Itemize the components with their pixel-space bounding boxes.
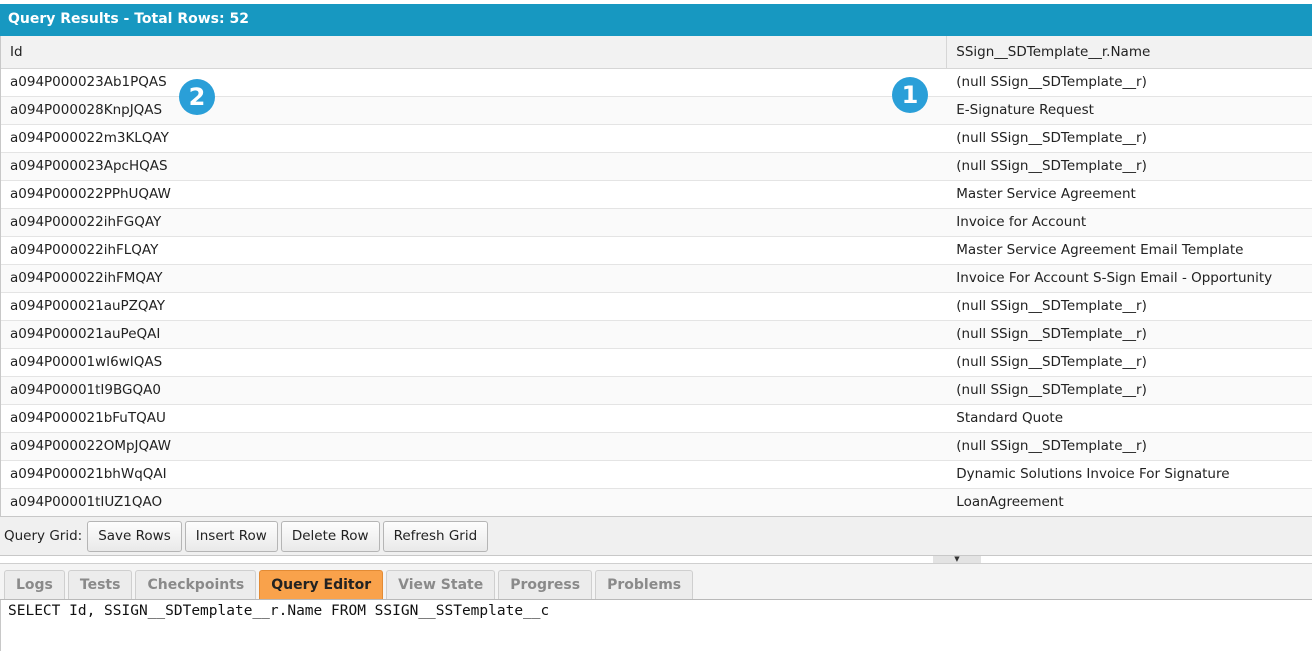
table-row[interactable]: a094P000021bFuTQAU Standard Quote	[1, 405, 1312, 433]
tab-tests[interactable]: Tests	[67, 570, 133, 599]
cell-id[interactable]: a094P00001tI9BGQA0	[1, 377, 947, 404]
tab-progress[interactable]: Progress	[498, 570, 593, 599]
cell-id[interactable]: a094P00001tIUZ1QAO	[1, 489, 947, 516]
table-row[interactable]: a094P00001wI6wIQAS (null SSign__SDTemplat…	[1, 349, 1312, 377]
cell-template-name[interactable]: E-Signature Request	[947, 97, 1312, 124]
grid-body: a094P000023Ab1PQAS (null SSign__SDTemplat…	[1, 69, 1312, 516]
grid-header: Id SSign__SDTemplate__r.Name	[1, 36, 1312, 69]
cell-id[interactable]: a094P000021auPZQAY	[1, 293, 947, 320]
table-row[interactable]: a094P000022ihFGQAY Invoice for Account	[1, 209, 1312, 237]
query-grid-label: Query Grid:	[4, 528, 83, 544]
table-row[interactable]: a094P00001tIUZ1QAO LoanAgreement	[1, 489, 1312, 516]
triangle-down-icon[interactable]: ▼	[933, 556, 981, 563]
cell-template-name[interactable]: Master Service Agreement Email Template	[947, 237, 1312, 264]
cell-template-name[interactable]: (null SSign__SDTemplate__r)	[947, 69, 1312, 96]
tab-query-editor[interactable]: Query Editor	[259, 570, 384, 599]
panel-title: Query Results - Total Rows: 52	[0, 4, 1312, 36]
table-row[interactable]: a094P000022ihFMQAY Invoice For Account S-…	[1, 265, 1312, 293]
cell-id[interactable]: a094P000022ihFLQAY	[1, 237, 947, 264]
column-header-id[interactable]: Id	[1, 36, 948, 68]
panel-splitter[interactable]: ▼	[0, 556, 1312, 564]
save-rows-button[interactable]: Save Rows	[87, 520, 182, 552]
cell-id[interactable]: a094P000023ApcHQAS	[1, 153, 947, 180]
cell-template-name[interactable]: (null SSign__SDTemplate__r)	[947, 321, 1312, 348]
table-row[interactable]: a094P000021auPeQAI (null SSign__SDTemplat…	[1, 321, 1312, 349]
table-row[interactable]: a094P000023ApcHQAS (null SSign__SDTemplat…	[1, 153, 1312, 181]
cell-template-name[interactable]: (null SSign__SDTemplate__r)	[947, 293, 1312, 320]
table-row[interactable]: a094P000021auPZQAY (null SSign__SDTemplat…	[1, 293, 1312, 321]
cell-id[interactable]: a094P000022ihFMQAY	[1, 265, 947, 292]
cell-id[interactable]: a094P000021bhWqQAI	[1, 461, 947, 488]
bottom-tab-bar: Logs Tests Checkpoints Query Editor View…	[0, 564, 1312, 600]
insert-row-button[interactable]: Insert Row	[184, 520, 278, 552]
cell-id[interactable]: a094P00001wI6wIQAS	[1, 349, 947, 376]
table-row[interactable]: a094P000022m3KLQAY (null SSign__SDTemplat…	[1, 125, 1312, 153]
cell-id[interactable]: a094P000023Ab1PQAS	[1, 69, 947, 96]
cell-id[interactable]: a094P000028KnpJQAS	[1, 97, 947, 124]
cell-id[interactable]: a094P000021auPeQAI	[1, 321, 947, 348]
cell-template-name[interactable]: (null SSign__SDTemplate__r)	[947, 433, 1312, 460]
callout-badge-1: 1	[892, 77, 928, 113]
delete-row-button[interactable]: Delete Row	[280, 520, 380, 552]
refresh-grid-button[interactable]: Refresh Grid	[382, 520, 489, 552]
cell-id[interactable]: a094P000022OMpJQAW	[1, 433, 947, 460]
tab-checkpoints[interactable]: Checkpoints	[135, 570, 257, 599]
table-row[interactable]: a094P00001tI9BGQA0 (null SSign__SDTemplat…	[1, 377, 1312, 405]
cell-id[interactable]: a094P000022m3KLQAY	[1, 125, 947, 152]
cell-id[interactable]: a094P000022ihFGQAY	[1, 209, 947, 236]
tab-logs[interactable]: Logs	[4, 570, 65, 599]
query-editor[interactable]: SELECT Id, SSIGN__SDTemplate__r.Name FRO…	[0, 600, 1312, 651]
callout-badge-2: 2	[179, 79, 215, 115]
cell-template-name[interactable]: (null SSign__SDTemplate__r)	[947, 377, 1312, 404]
cell-id[interactable]: a094P000021bFuTQAU	[1, 405, 947, 432]
query-grid-toolbar: Query Grid: Save Rows Insert Row Delete …	[0, 516, 1312, 556]
tab-problems[interactable]: Problems	[595, 570, 694, 599]
cell-template-name[interactable]: Invoice for Account	[947, 209, 1312, 236]
table-row[interactable]: a094P000021bhWqQAI Dynamic Solutions Invo…	[1, 461, 1312, 489]
table-row[interactable]: a094P000022ihFLQAY Master Service Agreeme…	[1, 237, 1312, 265]
tab-view-state[interactable]: View State	[386, 570, 496, 599]
cell-template-name[interactable]: Dynamic Solutions Invoice For Signature	[947, 461, 1312, 488]
table-row[interactable]: a094P000022OMpJQAW (null SSign__SDTemplat…	[1, 433, 1312, 461]
column-header-template-name[interactable]: SSign__SDTemplate__r.Name	[947, 36, 1312, 68]
table-row[interactable]: a094P000022PPhUQAW Master Service Agreeme…	[1, 181, 1312, 209]
cell-template-name[interactable]: LoanAgreement	[947, 489, 1312, 516]
query-text[interactable]: SELECT Id, SSIGN__SDTemplate__r.Name FRO…	[8, 603, 549, 619]
cell-template-name[interactable]: (null SSign__SDTemplate__r)	[947, 153, 1312, 180]
cell-template-name[interactable]: (null SSign__SDTemplate__r)	[947, 125, 1312, 152]
cell-template-name[interactable]: Invoice For Account S-Sign Email - Oppor…	[947, 265, 1312, 292]
cell-template-name[interactable]: Standard Quote	[947, 405, 1312, 432]
cell-template-name[interactable]: Master Service Agreement	[947, 181, 1312, 208]
cell-id[interactable]: a094P000022PPhUQAW	[1, 181, 947, 208]
cell-template-name[interactable]: (null SSign__SDTemplate__r)	[947, 349, 1312, 376]
